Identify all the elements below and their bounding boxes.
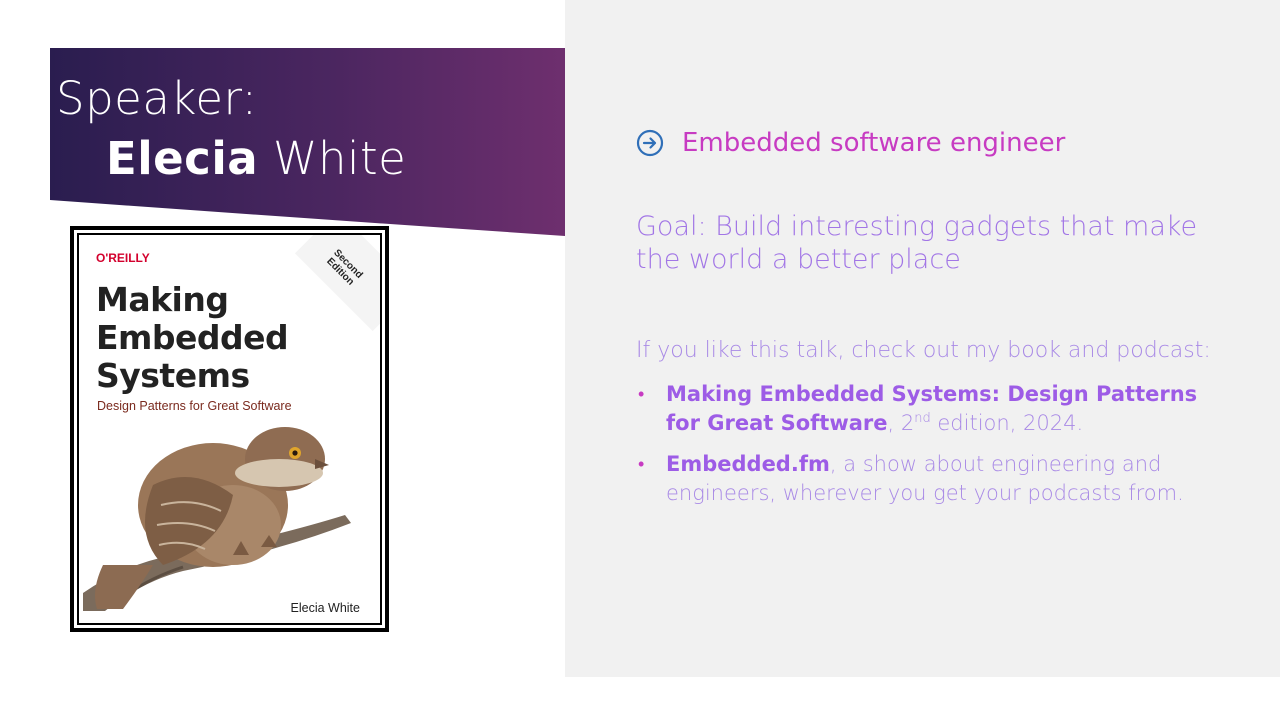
book-edition-prefix: , 2 (887, 411, 915, 435)
book-title-line2: Embedded (96, 318, 289, 357)
circled-arrow-right-icon (636, 129, 664, 157)
role-text: Embedded software engineer (682, 128, 1066, 158)
book-title: Making Embedded Systems (96, 280, 289, 395)
speaker-last-name: White (272, 132, 407, 185)
goal-text: Goal: Build interesting gadgets that mak… (636, 211, 1198, 275)
book-subtitle: Design Patterns for Great Software (97, 399, 292, 413)
book-title-line3: Systems (96, 356, 250, 395)
book-cover: Second Edition O'REILLY Making Embedded … (77, 233, 382, 625)
book-publisher: O'REILLY (96, 251, 150, 265)
list-item-podcast: • Embedded.fm, a show about engineering … (636, 450, 1226, 508)
book-edition-year: edition, 2024. (930, 411, 1084, 435)
slide-title-prefix: Speaker: (56, 72, 258, 125)
edition-ordinal-suffix: nd (914, 411, 931, 426)
book-title-line1: Making (96, 280, 229, 319)
book-author: Elecia White (290, 601, 360, 615)
bullet-marker: • (638, 384, 645, 405)
list-item-book: • Making Embedded Systems: Design Patter… (636, 380, 1226, 438)
bird-illustration (83, 427, 351, 611)
slide-title-speaker: Elecia White (106, 136, 406, 181)
book-cover-image: Second Edition O'REILLY Making Embedded … (70, 226, 389, 632)
role-row: Embedded software engineer (636, 128, 1065, 158)
bullet-marker: • (638, 454, 645, 475)
cta-text: If you like this talk, check out my book… (636, 338, 1211, 363)
book-frame-inner: Second Edition O'REILLY Making Embedded … (74, 230, 385, 628)
speaker-first-name: Elecia (106, 132, 259, 185)
podcast-name: Embedded.fm (666, 452, 830, 476)
resource-list: • Making Embedded Systems: Design Patter… (636, 380, 1226, 520)
